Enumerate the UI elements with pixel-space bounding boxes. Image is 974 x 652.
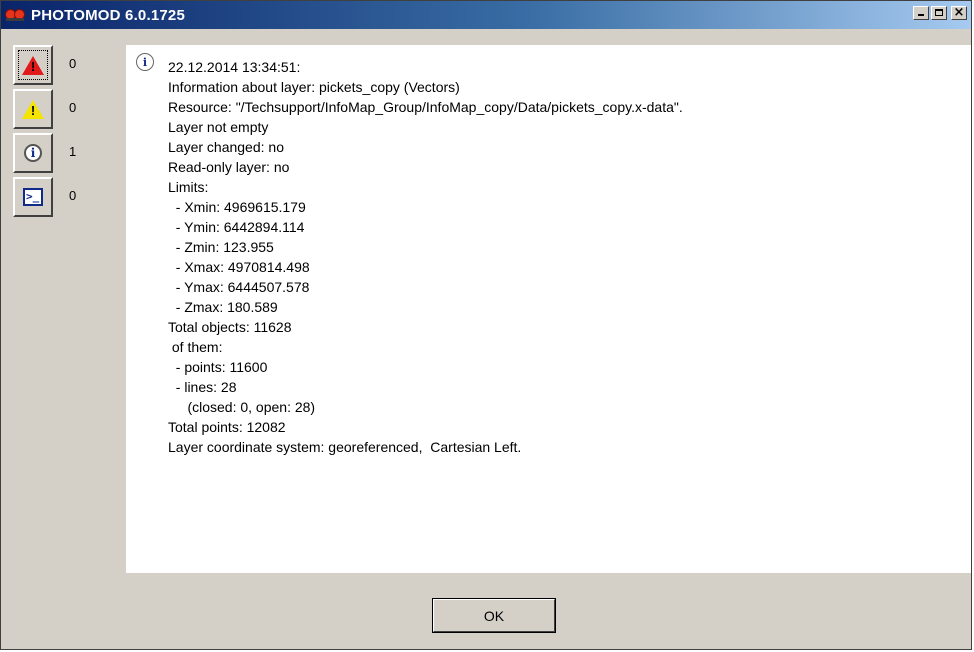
minimize-button[interactable] <box>913 6 929 20</box>
log-lines: 22.12.2014 13:34:51: Information about l… <box>168 57 683 457</box>
log-line: Read-only layer: no <box>168 159 290 175</box>
info-icon: i <box>136 53 154 71</box>
filter-row-warnings: ! 0 <box>13 89 113 133</box>
log-line: Total points: 12082 <box>168 419 286 435</box>
filter-row-info: i 1 <box>13 133 113 177</box>
log-line: - lines: 28 <box>168 379 237 395</box>
warning-triangle-icon: ! <box>22 99 44 119</box>
warnings-count: 0 <box>69 100 77 115</box>
message-log-panel[interactable]: i 22.12.2014 13:34:51: Information about… <box>126 45 971 573</box>
close-button[interactable]: × <box>951 5 967 20</box>
log-line: 22.12.2014 13:34:51: <box>168 59 301 75</box>
log-line: - Ymin: 6442894.114 <box>168 219 305 235</box>
log-line: - points: 11600 <box>168 359 268 375</box>
close-icon: × <box>953 5 965 20</box>
warnings-filter-button[interactable]: ! <box>13 89 53 129</box>
console-icon: >_ <box>23 188 43 206</box>
log-line: - Xmax: 4970814.498 <box>168 259 310 275</box>
message-filter-sidebar: ! 0 ! 0 i 1 >_ 0 <box>13 45 113 221</box>
log-line: - Xmin: 4969615.179 <box>168 199 306 215</box>
title-bar[interactable]: PHOTOMOD 6.0.1725 × <box>1 1 971 29</box>
log-line: - Zmax: 180.589 <box>168 299 278 315</box>
log-line: - Ymax: 6444507.578 <box>168 279 310 295</box>
window-controls: × <box>913 5 967 20</box>
log-line: Limits: <box>168 179 209 195</box>
filter-row-console: >_ 0 <box>13 177 113 221</box>
window-title: PHOTOMOD 6.0.1725 <box>31 6 186 24</box>
log-line: - Zmin: 123.955 <box>168 239 274 255</box>
log-line: Total objects: 11628 <box>168 319 292 335</box>
console-count: 0 <box>69 188 77 203</box>
log-line: Layer changed: no <box>168 139 284 155</box>
maximize-icon <box>935 9 943 16</box>
minimize-icon <box>918 14 924 16</box>
info-filter-button[interactable]: i <box>13 133 53 173</box>
info-count: 1 <box>69 144 77 159</box>
log-line: Layer not empty <box>168 119 269 135</box>
log-line: of them: <box>168 339 223 355</box>
info-icon: i <box>24 144 42 162</box>
error-triangle-icon: ! <box>22 55 44 75</box>
log-line: (closed: 0, open: 28) <box>168 399 316 415</box>
errors-count: 0 <box>69 56 77 71</box>
log-line: Resource: "/Techsupport/InfoMap_Group/In… <box>168 99 683 115</box>
console-filter-button[interactable]: >_ <box>13 177 53 217</box>
log-line: Layer coordinate system: georeferenced, … <box>168 439 522 455</box>
log-line: Information about layer: pickets_copy (V… <box>168 79 460 95</box>
photomod-logo-icon <box>5 7 25 23</box>
ok-button[interactable]: OK <box>432 598 556 633</box>
errors-filter-button[interactable]: ! <box>13 45 53 85</box>
photomod-dialog-window: PHOTOMOD 6.0.1725 × ! 0 ! 0 i 1 >_ 0 i 2… <box>0 0 972 650</box>
maximize-button[interactable] <box>931 6 947 20</box>
filter-row-errors: ! 0 <box>13 45 113 89</box>
